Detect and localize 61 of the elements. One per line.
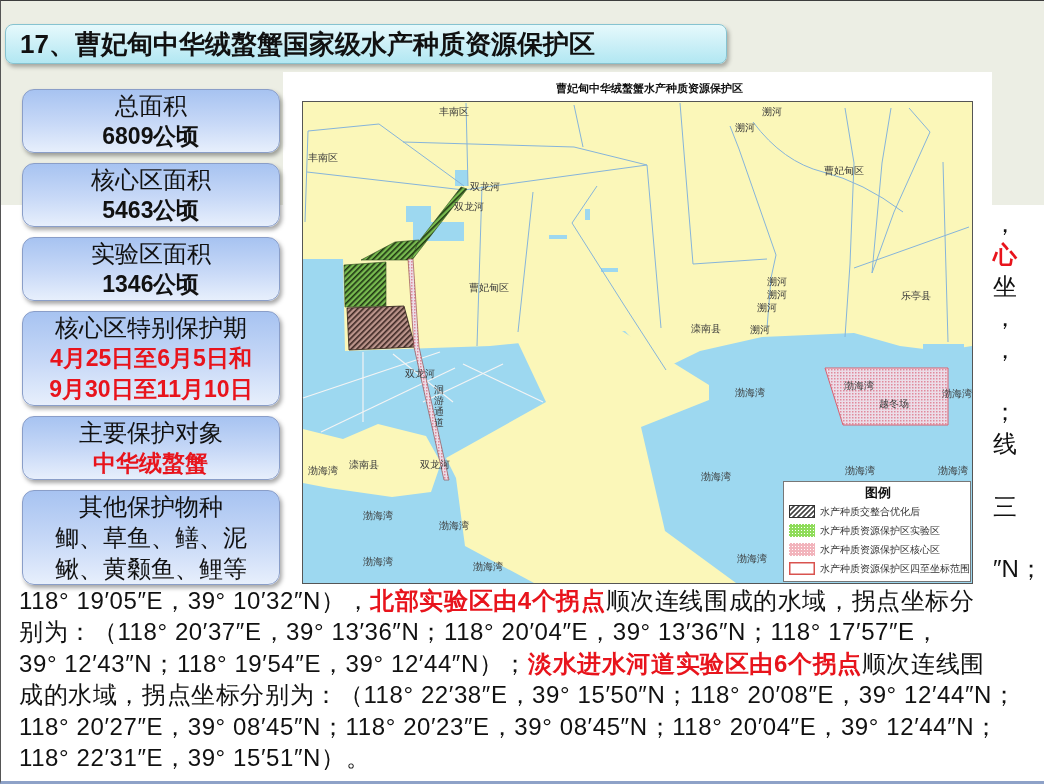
text-fragment: 线 — [993, 429, 1018, 457]
legend-label: 水产种质资源保护区核心区 — [819, 543, 940, 556]
place-label: 乐亭县 — [900, 289, 931, 301]
text-fragment: ， — [993, 210, 1018, 237]
place-label: 丰南区 — [438, 105, 469, 117]
place-label: 渤海湾 — [472, 560, 503, 572]
card-value: 1346公顷 — [102, 270, 200, 299]
place-label: 滦南县 — [690, 322, 721, 334]
place-label: 渤海湾 — [941, 387, 972, 399]
place-label: 曹妃甸区 — [468, 281, 509, 293]
place-label: 滦南县 — [348, 458, 379, 470]
place-label: 双龙河 — [404, 367, 435, 379]
place-label: 双龙河 — [419, 458, 450, 470]
place-label: 双龙河 — [453, 200, 484, 212]
place-label: 渤海湾 — [700, 470, 731, 482]
core-zone — [346, 305, 416, 351]
text-fragment: ， — [993, 335, 1018, 363]
place-label: 丰南区 — [307, 151, 338, 163]
place-label: 溯河 — [749, 323, 770, 335]
place-label: 渤海湾 — [734, 386, 765, 398]
card-value: 5463公顷 — [102, 196, 200, 225]
place-label: 渤海湾 — [307, 464, 338, 476]
place-label: 渤海湾 — [362, 509, 393, 521]
card-heading: 其他保护物种 — [78, 492, 223, 522]
card-value: 6809公顷 — [102, 122, 200, 151]
legend-label: 水产种质资源保护区四至坐标范围 — [819, 562, 970, 575]
place-label: 溯河 — [761, 105, 782, 117]
card-heading: 核心区特别保护期 — [54, 313, 247, 343]
card-value: 鲫、草鱼、鳝、泥 鳅、黄颡鱼、鲤等 — [54, 523, 247, 584]
place-label: 双龙河 — [469, 180, 500, 192]
text-fragment: 坐 — [993, 272, 1018, 300]
slide-title: 17、曹妃甸中华绒螯蟹国家级水产种质资源保护区 — [5, 24, 727, 64]
place-label: 渤海湾 — [844, 464, 875, 476]
place-label: 渤海湾 — [736, 552, 767, 564]
place-label: 渤海湾 — [937, 464, 968, 476]
place-label: 渤海湾 — [438, 519, 469, 531]
card-value: 中华绒螯蟹 — [93, 449, 209, 478]
card-value: 4月25日至6月5日和 9月30日至11月10日 — [49, 344, 253, 404]
place-label: 渤海湾 — [843, 379, 874, 391]
text-fragment: 心 — [993, 241, 1018, 269]
map-title: 曹妃甸中华绒螯蟹水产种质资源保护区 — [554, 81, 744, 95]
text-fragment: ， — [993, 304, 1018, 332]
card-heading: 实验区面积 — [90, 239, 211, 269]
card-heading: 总面积 — [114, 91, 187, 121]
place-label: 溯河 — [766, 288, 787, 300]
text-fragment: ； — [993, 398, 1018, 426]
place-label: 溯河 — [756, 301, 777, 313]
place-label: 越冬场 — [878, 397, 909, 409]
body-paragraph: 118° 19′05″E，39° 10′32″N），北部实验区由4个拐点顺次连线围成的水域，拐点坐标分 别为：（118° 20′37″E，39° 13′36″N；118° 20′04″E，39° 13′36″N；118° 17′57″E， 39° 12′43″N；118° 19′54″E，39° 12′44″N）；淡水进水河道实验区由6个拐点顺次连线围 成的水域，拐点坐标分别为：（118° 22′38″E，39° 15′50″N；118° 20′08″E，39° 12′44″N； 118° 20′27″E，39° 08′45″N；118° 20′23″E，39° 08′45″N；118° 20′04″E，39° 12′44″N； 118° 22′31″E，39° 15′51″N）。 — [18, 586, 1018, 774]
legend-title: 图例 — [863, 484, 892, 502]
card-heading: 核心区面积 — [90, 165, 211, 195]
place-label: 溯河 — [766, 275, 787, 287]
place-label: 溯河 — [734, 121, 755, 133]
legend-label: 水产种质交整合优化后 — [819, 505, 920, 518]
text-fragment: 三 — [993, 492, 1018, 520]
place-label: 曹妃甸区 — [823, 164, 864, 176]
place-label: 洄游通道 — [433, 384, 444, 428]
legend-label: 水产种质资源保护区实验区 — [819, 524, 940, 537]
text-fragment: ″N； — [993, 555, 1043, 583]
place-label: 渤海湾 — [362, 555, 393, 567]
card-heading: 主要保护对象 — [78, 418, 223, 448]
